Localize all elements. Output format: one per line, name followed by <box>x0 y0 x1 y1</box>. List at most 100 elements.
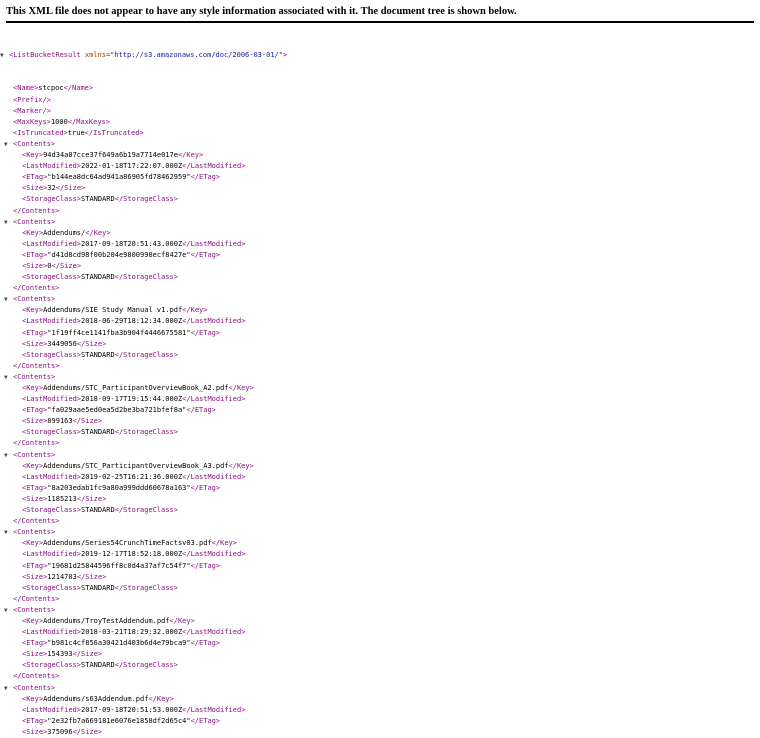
field-value: "8a203edab1fc9a80a999ddd60678a163" <box>47 483 191 492</box>
contents-field-last-modified: <LastModified>2018-09-17T19:15:44.000Z</… <box>22 395 246 404</box>
tag-name: Key <box>236 461 250 470</box>
tag-name: LastModified <box>26 162 77 171</box>
tag-name: StorageClass <box>123 273 174 282</box>
contents-field-last-modified: <LastModified>2018-03-21T18:29:32.000Z</… <box>22 628 246 637</box>
contents-field-etag: <ETag>"fa029aae5ed0ea5d2be3ba721bfef8a"<… <box>22 406 216 415</box>
collapse-toggle-icon[interactable]: ▼ <box>4 294 13 305</box>
tag-name: Contents <box>17 450 51 459</box>
tag-name: LastModified <box>190 239 242 248</box>
field-value: 2018-09-17T19:15:44.000Z <box>81 395 183 404</box>
field-value: 375096 <box>47 727 73 736</box>
tag-name: Size <box>81 727 98 736</box>
contents-field-last-modified: <LastModified>2018-06-29T18:12:34.000Z</… <box>22 317 246 326</box>
contents-field-key: <Key>Addendums/SIE Study Manual v1.pdf</… <box>22 306 208 315</box>
tag-name: Key <box>186 151 200 160</box>
contents-field-key: <Key>Addendums/STC_ParticipantOverviewBo… <box>22 461 254 470</box>
tag-name: Contents <box>17 372 51 381</box>
collapse-toggle-icon[interactable]: ▼ <box>4 372 13 383</box>
tag-name: LastModified <box>26 628 77 637</box>
contents-field-size: <Size>1185213</Size> <box>22 494 107 503</box>
tag-name: Key <box>26 384 39 392</box>
root-attr-name: xmlns <box>84 51 106 60</box>
tag-name: Size <box>64 184 82 193</box>
collapse-toggle-icon[interactable]: ▼ <box>4 450 13 461</box>
contents-field-etag: <ETag>"8a203edab1fc9a80a999ddd60678a163"… <box>22 483 221 492</box>
field-line: <IsTruncated>true</IsTruncated> <box>13 128 144 137</box>
tag-name: StorageClass <box>123 661 174 670</box>
contents-field-last-modified: <LastModified>2019-02-25T16:21:36.000Z</… <box>22 472 246 481</box>
tag-name: ETag <box>194 406 212 415</box>
contents-open-line: ▼ <Contents> <box>0 139 760 150</box>
notice-divider <box>6 21 754 23</box>
tag-name: Key <box>93 228 107 237</box>
contents-field-storage-class: <StorageClass>STANDARD</StorageClass> <box>22 428 178 437</box>
collapse-toggle-icon[interactable]: ▼ <box>0 50 9 61</box>
tag-name: LastModified <box>26 550 77 559</box>
tag-name: Key <box>220 539 233 548</box>
field-value: STANDARD <box>81 428 115 437</box>
field-value: STANDARD <box>81 195 115 204</box>
tag-name: Size <box>85 339 103 348</box>
contents-field-last-modified: <LastModified>2022-01-18T17:22:07.000Z</… <box>22 162 246 171</box>
field-value: "2e32fb7a669181e6076e1858df2d65c4" <box>47 716 191 725</box>
contents-field-size: <Size>0</Size> <box>22 261 82 270</box>
contents-field-storage-class: <StorageClass>STANDARD</StorageClass> <box>22 661 178 670</box>
tag-name: StorageClass <box>123 583 174 592</box>
field-value: "b144ea8dc64ad941a86905fd78462959" <box>47 173 191 182</box>
contents-field-key: <Key>Addendums/STC_ParticipantOverviewBo… <box>22 384 254 392</box>
tag-name: Name <box>72 84 89 93</box>
field-value: true <box>67 128 85 137</box>
contents-field-size: <Size>1214703</Size> <box>22 572 107 581</box>
collapse-toggle-icon[interactable]: ▼ <box>4 139 13 150</box>
tag-name: Marker <box>17 106 43 115</box>
contents-open-line: ▼ <Contents> <box>0 450 760 461</box>
tag-name: Size <box>26 339 44 348</box>
tag-name: Key <box>236 384 250 392</box>
tag-name: StorageClass <box>26 350 77 359</box>
tag-name: ETag <box>199 250 216 259</box>
tag-name: Key <box>26 616 39 625</box>
tag-name: LastModified <box>190 162 242 171</box>
tag-name: StorageClass <box>123 506 174 515</box>
contents-field-size: <Size>32</Size> <box>22 184 86 193</box>
root-attr-value: "http://s3.amazonaws.com/doc/2006-03-01/… <box>110 51 283 60</box>
collapse-toggle-icon[interactable]: ▼ <box>4 217 13 228</box>
tag-name: ETag <box>26 639 44 648</box>
tag-name: StorageClass <box>123 428 174 437</box>
root-open-line: ▼ <ListBucketResult xmlns="http://s3.amaz… <box>0 50 760 61</box>
tag-name: LastModified <box>190 472 242 481</box>
field-value: 2022-01-18T17:22:07.000Z <box>81 162 183 171</box>
tag-name: ETag <box>26 561 44 570</box>
tag-name: Key <box>26 151 39 160</box>
tag-name: Size <box>59 261 77 270</box>
tag-name: LastModified <box>26 239 77 248</box>
tag-name: Contents <box>21 439 56 448</box>
field-value: 2018-06-29T18:12:34.000Z <box>81 317 183 326</box>
collapse-toggle-icon[interactable]: ▼ <box>4 605 13 616</box>
contents-field-etag: <ETag>"19681d25844596ff8c0d4a37af7c54f7"… <box>22 561 221 570</box>
field-value: 2019-12-17T18:52:18.000Z <box>81 550 183 559</box>
tag-name: Contents <box>17 528 51 537</box>
collapse-toggle-icon[interactable]: ▼ <box>4 683 13 694</box>
tag-name: Prefix <box>17 95 43 104</box>
xml-tree: ▼ <ListBucketResult xmlns="http://s3.amaz… <box>0 28 760 738</box>
field-value: STANDARD <box>81 350 115 359</box>
field-value: "d41d8cd98f00b204e9800998ecf8427e" <box>47 250 191 259</box>
field-value: 899163 <box>47 417 73 426</box>
field-value: "fa029aae5ed0ea5d2be3ba721bfef8a" <box>47 406 187 415</box>
contents-field-key: <Key>94d34a07cce37f649a6b19a7714e017e</K… <box>22 151 204 160</box>
field-value: "1f19ff4ce1141fba3b904f4446675581" <box>47 328 191 337</box>
field-value: STANDARD <box>81 506 115 515</box>
tag-name: ETag <box>199 639 216 648</box>
contents-field-storage-class: <StorageClass>STANDARD</StorageClass> <box>22 195 178 204</box>
field-value: 1214703 <box>47 572 77 581</box>
tag-name: Contents <box>21 361 56 370</box>
collapse-toggle-icon[interactable]: ▼ <box>4 527 13 538</box>
tag-name: LastModified <box>26 705 77 714</box>
contents-open-line: ▼ <Contents> <box>0 372 760 383</box>
contents-open-line: ▼ <Contents> <box>0 605 760 616</box>
contents-close-line: </Contents> <box>13 594 60 603</box>
contents-field-etag: <ETag>"d41d8cd98f00b204e9800998ecf8427e"… <box>22 250 221 259</box>
contents-field-last-modified: <LastModified>2017-09-18T20:51:53.000Z</… <box>22 705 246 714</box>
tag-name: Contents <box>21 284 56 293</box>
